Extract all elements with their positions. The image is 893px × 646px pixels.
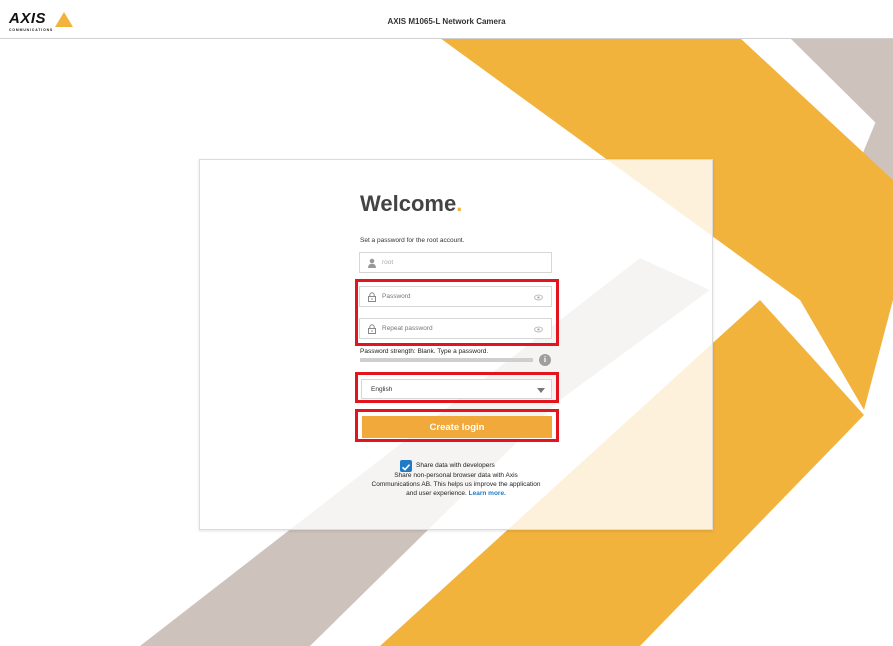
welcome-dot: . <box>456 191 463 216</box>
top-header: AXIS COMMUNICATIONS AXIS M1065-L Network… <box>0 0 893 39</box>
page-title: AXIS M1065-L Network Camera <box>387 17 506 26</box>
create-login-button[interactable]: Create login <box>362 416 552 438</box>
username-placeholder: root <box>382 259 394 266</box>
repeat-password-placeholder: Repeat password <box>382 325 433 332</box>
chevron-down-icon <box>537 388 545 393</box>
welcome-text: Welcome <box>360 191 457 216</box>
password-strength-text: Password strength: Blank. Type a passwor… <box>360 348 489 355</box>
username-field[interactable]: root <box>359 252 552 273</box>
share-description-text: Share non-personal browser data with Axi… <box>371 472 541 497</box>
eye-icon[interactable] <box>534 293 543 302</box>
password-field[interactable]: Password <box>359 286 552 307</box>
lock-icon <box>368 292 376 302</box>
login-card: Welcome. Set a password for the root acc… <box>199 159 713 530</box>
share-data-description: Share non-personal browser data with Axi… <box>370 472 542 498</box>
language-selected-value: English <box>371 386 393 393</box>
logo-subtext: COMMUNICATIONS <box>9 28 54 32</box>
lock-icon <box>368 324 376 334</box>
info-icon[interactable]: i <box>539 354 551 366</box>
language-select[interactable]: English <box>361 379 552 399</box>
eye-icon[interactable] <box>534 325 543 334</box>
repeat-password-field[interactable]: Repeat password <box>359 318 552 339</box>
learn-more-link[interactable]: Learn more. <box>469 490 506 497</box>
password-placeholder: Password <box>382 293 411 300</box>
share-data-checkbox[interactable] <box>400 460 412 472</box>
password-strength-bar <box>360 358 533 362</box>
share-data-label: Share data with developers <box>416 462 495 469</box>
welcome-heading: Welcome. <box>360 191 462 217</box>
set-password-subtitle: Set a password for the root account. <box>360 237 465 244</box>
user-icon <box>368 258 376 268</box>
